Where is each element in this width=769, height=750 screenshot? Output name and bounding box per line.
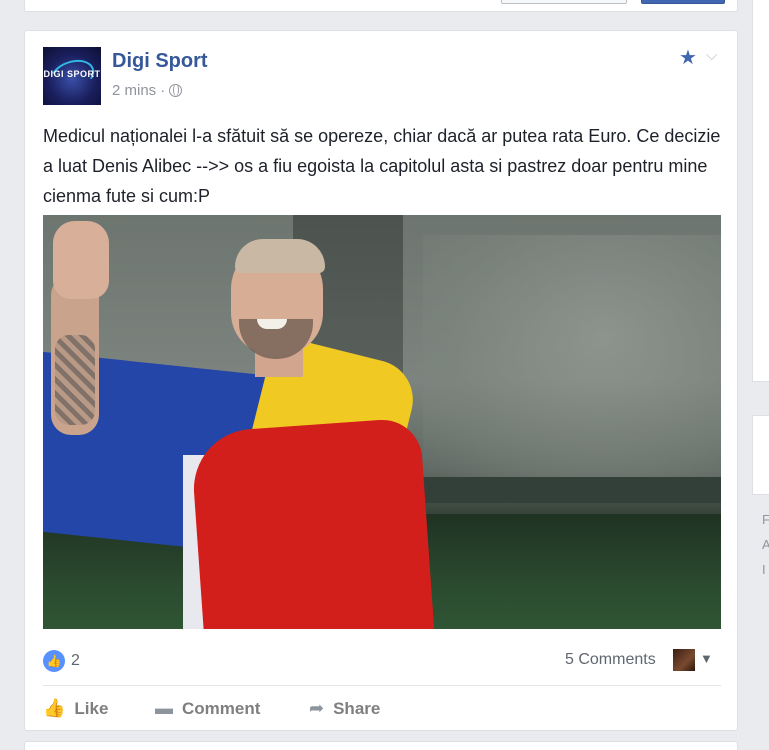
previous-post-button[interactable] [501, 0, 627, 4]
caret-down-icon[interactable]: ▼ [700, 651, 713, 666]
timestamp-link[interactable]: 2 mins [112, 82, 156, 99]
speech-bubble-icon: ▬ [155, 698, 173, 718]
right-column-text: F [762, 512, 769, 527]
meta-separator: · [160, 82, 166, 99]
star-icon[interactable]: ★ [679, 45, 697, 70]
share-button-label: Share [333, 698, 381, 718]
avatar-logo-text: DIGI SPORT [43, 69, 101, 79]
like-button[interactable]: 👍 Like [43, 698, 108, 719]
next-post-card [24, 741, 738, 750]
globe-icon[interactable] [169, 84, 183, 97]
share-arrow-icon: ➦ [309, 698, 325, 718]
right-column-text: A [762, 537, 769, 552]
right-column-panel [752, 0, 769, 382]
right-column-panel [752, 415, 769, 495]
previous-post-primary-button[interactable] [641, 0, 725, 4]
reaction-summary[interactable]: 👍 2 [43, 650, 80, 672]
like-button-label: Like [74, 698, 109, 718]
share-button[interactable]: ➦ Share [309, 698, 380, 719]
page-avatar[interactable]: DIGI SPORT [43, 47, 101, 105]
comment-button-label: Comment [182, 698, 261, 718]
right-column-text: I [762, 562, 766, 577]
post-text: Medicul naționalei l-a sfătuit să se ope… [43, 126, 721, 206]
post-card: DIGI SPORT Digi Sport 2 mins · ★ ⌵ Medic… [24, 30, 738, 731]
commenter-avatar[interactable] [673, 649, 695, 671]
page-name-link[interactable]: Digi Sport [112, 50, 208, 73]
comment-button[interactable]: ▬ Comment [155, 698, 260, 719]
divider [43, 685, 721, 686]
post-meta: 2 mins · [112, 82, 183, 99]
thumbs-up-icon: 👍 [43, 650, 65, 672]
previous-post-card [24, 0, 738, 12]
post-photo[interactable] [43, 215, 721, 629]
comments-count-link[interactable]: 5 Comments [565, 651, 656, 669]
like-count: 2 [71, 652, 80, 669]
chevron-down-icon[interactable]: ⌵ [706, 47, 717, 64]
thumbs-up-icon: 👍 [43, 698, 66, 718]
